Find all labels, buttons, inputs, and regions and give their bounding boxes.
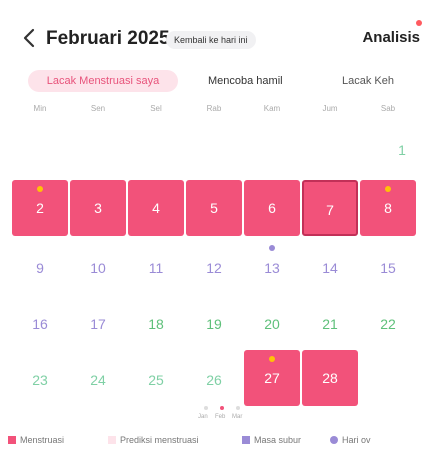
month-pager[interactable]: Jan Feb Mar — [196, 402, 256, 424]
legend-fertile: Masa subur — [242, 435, 301, 445]
calendar-day[interactable]: 14 — [302, 238, 358, 294]
weekday-label: Sel — [150, 104, 162, 113]
legend-predicted: Prediksi menstruasi — [108, 435, 199, 445]
calendar-day-period[interactable]: 6 — [244, 180, 300, 236]
legend-ovulation: Hari ov — [330, 435, 371, 445]
ovulation-marker-icon — [37, 186, 43, 192]
calendar-day[interactable]: 15 — [360, 238, 416, 294]
analysis-link[interactable]: Analisis — [362, 29, 420, 46]
calendar-day[interactable]: 26 — [186, 350, 242, 406]
calendar-day[interactable]: 23 — [12, 350, 68, 406]
ovulation-marker-icon — [385, 186, 391, 192]
weekday-label: Sen — [90, 104, 106, 113]
tab-track-pregnancy[interactable]: Lacak Keh — [342, 70, 394, 92]
pager-label: Jan — [198, 414, 208, 420]
calendar-day[interactable]: 18 — [128, 294, 184, 350]
tab-track-period[interactable]: Lacak Menstruasi saya — [28, 70, 178, 92]
weekday-label: Min — [33, 104, 47, 113]
pager-label: Feb — [215, 414, 226, 420]
pager-dot-active — [220, 406, 224, 410]
calendar-day[interactable]: 11 — [128, 238, 184, 294]
legend-period: Menstruasi — [8, 435, 64, 445]
calendar-day-period[interactable]: 3 — [70, 180, 126, 236]
calendar-day-ovulation[interactable]: 13 — [244, 238, 300, 294]
ovulation-marker-icon — [269, 356, 275, 362]
calendar-day[interactable]: 21 — [302, 294, 358, 350]
calendar-day-period[interactable]: 8 — [360, 180, 416, 236]
legend-swatch — [8, 436, 16, 444]
calendar-day[interactable]: 24 — [70, 350, 126, 406]
weekday-label: Kam — [263, 104, 281, 113]
notification-dot — [416, 20, 422, 26]
pager-label: Mar — [232, 414, 243, 420]
tab-bar: Lacak Menstruasi saya Mencoba hamil Laca… — [0, 66, 422, 94]
legend-swatch — [108, 436, 116, 444]
back-to-today-button[interactable]: Kembali ke hari ini — [166, 31, 256, 49]
legend-swatch — [242, 436, 250, 444]
month-title: Februari 2025 — [46, 28, 170, 49]
calendar-day[interactable]: 9 — [12, 238, 68, 294]
calendar-day-period[interactable]: 27 — [244, 350, 300, 406]
calendar-day-period[interactable]: 4 — [128, 180, 184, 236]
weekday-label: Sab — [380, 104, 396, 113]
calendar-day[interactable]: 1 — [392, 142, 412, 158]
calendar-day[interactable]: 10 — [70, 238, 126, 294]
legend: Menstruasi Prediksi menstruasi Masa subu… — [0, 432, 422, 450]
calendar-day[interactable]: 22 — [360, 294, 416, 350]
calendar-day[interactable]: 17 — [70, 294, 126, 350]
pager-dot — [204, 406, 208, 410]
calendar-day-period-selected[interactable]: 7 — [302, 180, 358, 236]
calendar-day-period[interactable]: 2 — [12, 180, 68, 236]
weekday-label: Jum — [322, 104, 338, 113]
weekday-label: Rab — [206, 104, 222, 113]
calendar-day-period[interactable]: 5 — [186, 180, 242, 236]
calendar-day-period[interactable]: 28 — [302, 350, 358, 406]
ovulation-dot-icon — [269, 245, 275, 251]
weekday-header: Min Sen Sel Rab Kam Jum Sab — [0, 104, 422, 118]
calendar-day[interactable]: 19 — [186, 294, 242, 350]
calendar-day[interactable]: 12 — [186, 238, 242, 294]
pager-dot — [236, 406, 240, 410]
calendar-day[interactable]: 20 — [244, 294, 300, 350]
legend-swatch — [330, 436, 338, 444]
calendar-day[interactable]: 25 — [128, 350, 184, 406]
tab-trying-to-conceive[interactable]: Mencoba hamil — [208, 70, 283, 92]
chevron-left-icon[interactable] — [18, 26, 42, 50]
calendar-day[interactable]: 16 — [12, 294, 68, 350]
